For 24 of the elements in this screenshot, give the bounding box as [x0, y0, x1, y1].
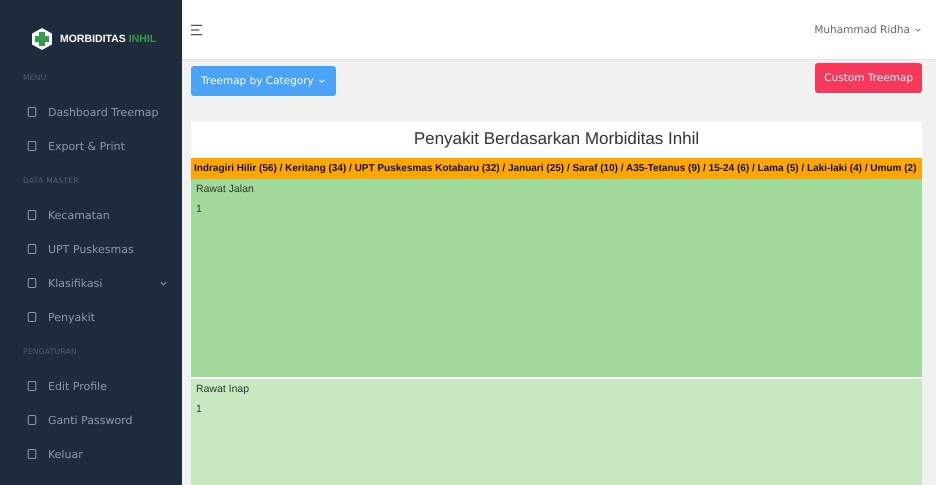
sidebar-item[interactable]: UPT Puskesmas	[0, 232, 182, 266]
caret-icon	[318, 77, 326, 85]
caret-icon	[914, 26, 922, 34]
sidebar-item[interactable]: Ganti Password	[0, 403, 182, 437]
sidebar-item[interactable]: Kecamatan	[0, 198, 182, 232]
cell-label: Rawat Inap	[196, 383, 250, 395]
custom-treemap-button[interactable]: Custom Treemap	[815, 63, 922, 93]
cell-value: 1	[196, 403, 203, 415]
user-menu[interactable]: Muhammad Ridha	[814, 24, 922, 36]
category-dropdown[interactable]: Treemap by Category	[191, 66, 336, 96]
sidebar-item[interactable]: Klasifikasi	[0, 266, 182, 300]
sidebar-item[interactable]: Edit Profile	[0, 369, 182, 403]
sidebar-item[interactable]: Dashboard Treemap	[0, 95, 182, 129]
cross-logo-icon	[30, 26, 54, 50]
cell-label: Rawat Jalan	[196, 183, 255, 195]
treemap-cell[interactable]: Rawat Jalan 1	[191, 179, 922, 377]
app-name: MORBIDITAS INHIL	[60, 32, 156, 44]
sidebar-item[interactable]: Keluar	[0, 437, 182, 471]
sidebar-item[interactable]: Export & Print	[0, 129, 182, 163]
cell-value: 1	[196, 203, 203, 215]
treemap-cell[interactable]: Rawat Inap 1	[191, 377, 922, 485]
chart-title: Penyakit Berdasarkan Morbiditas Inhil	[412, 128, 700, 150]
breadcrumb-bar[interactable]: Indragiri Hilir (56) / Keritang (34) / UPT Puskesmas Kotabaru (32) / Januari (25) / Saraf (10) / A35-Tetanus (9) / 15-24 (6) / Lama (5) / Laki-laki (4) / Umum (2)	[191, 158, 922, 179]
sidebar-item[interactable]: Penyakit	[0, 300, 182, 334]
